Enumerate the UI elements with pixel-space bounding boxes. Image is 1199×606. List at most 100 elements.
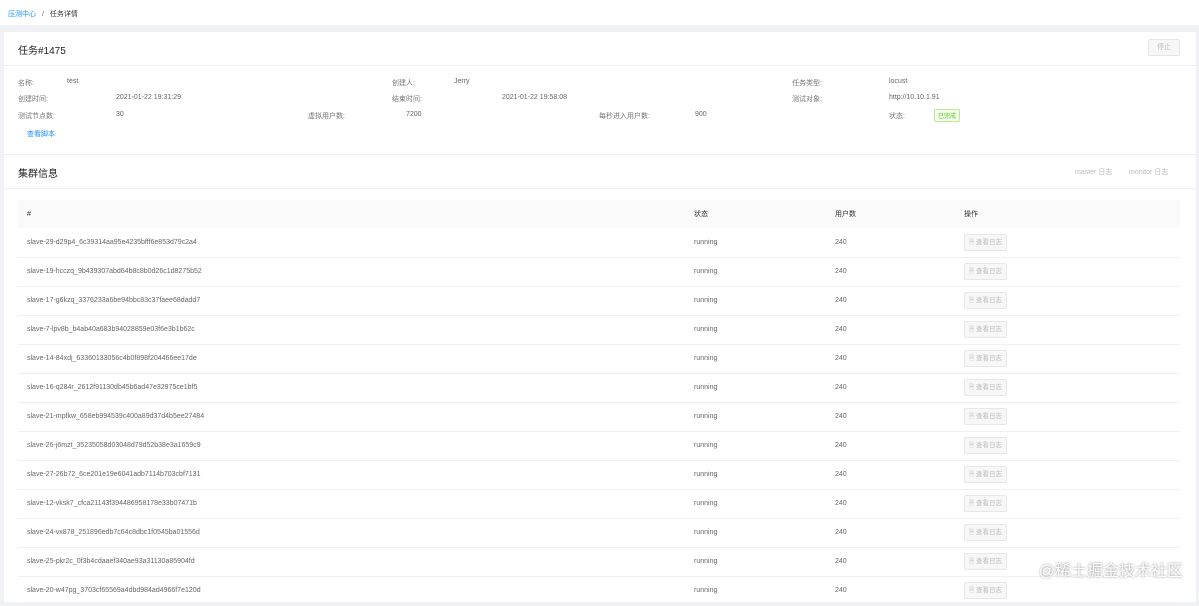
view-log-label: 查看日志	[976, 471, 1003, 478]
task-card: 任务#1475 停止 名称: test 创建人: Jerry 任务类型: loc…	[4, 32, 1196, 606]
view-log-label: 查看日志	[976, 500, 1003, 507]
breadcrumb-parent-link[interactable]: 压测中心	[8, 11, 36, 18]
view-log-button[interactable]: 🗎 查看日志	[964, 524, 1008, 541]
view-log-button[interactable]: 🗎 查看日志	[964, 233, 1008, 251]
view-log-button[interactable]: 🗎 查看日志	[964, 321, 1008, 338]
actions-cell: 🗎 查看日志	[955, 489, 1180, 519]
type-value: locust	[889, 78, 908, 85]
breadcrumb-separator: /	[41, 11, 44, 18]
view-log-label: 查看日志	[976, 384, 1003, 391]
target-label: 测试对象:	[792, 96, 822, 103]
slave-users: 240	[826, 286, 955, 316]
slave-users: 240	[826, 373, 955, 403]
actions-cell: 🗎 查看日志	[955, 315, 1180, 345]
file-icon: 🗎	[969, 471, 975, 478]
table-row: slave-7-lpv8b_b4ab40a683b94028859e03f6e3…	[18, 315, 1180, 345]
slave-status: running	[685, 402, 826, 432]
view-log-button[interactable]: 🗎 查看日志	[964, 263, 1008, 280]
cluster-table: # 状态 用户数 操作 slave-29-d29p4_6c39314aa95e4…	[18, 200, 1180, 606]
view-log-label: 查看日志	[976, 238, 1003, 246]
slave-id: slave-14-84xdj_63360133056c4b0f898f20446…	[18, 344, 685, 374]
table-row: slave-25-pkr2c_0f3b4cdaaef340ae93a31130a…	[18, 547, 1180, 577]
actions-cell: 🗎 查看日志	[955, 344, 1180, 374]
view-log-button[interactable]: 🗎 查看日志	[964, 292, 1008, 309]
slave-users: 240	[826, 344, 955, 374]
slave-id: slave-26-j6mzt_35235058d03048d79d52b38e3…	[18, 431, 685, 461]
view-log-button[interactable]: 🗎 查看日志	[964, 466, 1008, 483]
divider	[4, 154, 1196, 155]
name-value: test	[67, 78, 79, 85]
table-row: slave-19-hcczq_9b439307abd64b8c8b0d26c1d…	[18, 257, 1180, 287]
table-row: slave-27-26b72_6ce201e19e6041adb7114b703…	[18, 460, 1180, 490]
actions-cell: 🗎 查看日志	[955, 257, 1180, 287]
nodes-value: 30	[116, 111, 124, 118]
master-log-button[interactable]: master 日志	[1075, 167, 1112, 177]
creator-value: Jerry	[454, 78, 470, 85]
slave-status: running	[685, 489, 826, 519]
actions-cell: 🗎 查看日志	[955, 286, 1180, 316]
view-log-label: 查看日志	[976, 355, 1003, 362]
view-log-button[interactable]: 🗎 查看日志	[964, 408, 1008, 425]
monitor-log-button[interactable]: monitor 日志	[1129, 167, 1168, 177]
slave-id: slave-20-w47pg_3703cf65569a4dbd984ad4966…	[18, 576, 685, 606]
slave-id: slave-7-lpv8b_b4ab40a683b94028859e03f6e3…	[18, 315, 685, 345]
page-title: 任务#1475	[18, 46, 66, 57]
view-log-button[interactable]: 🗎 查看日志	[964, 582, 1008, 599]
divider	[4, 188, 1196, 189]
view-log-label: 查看日志	[976, 297, 1003, 304]
slave-users: 240	[826, 257, 955, 287]
table-row: slave-12-vksk7_cfca21143f394486958178e33…	[18, 489, 1180, 519]
view-log-button[interactable]: 🗎 查看日志	[964, 437, 1008, 454]
vusers-label: 虚拟用户数:	[308, 113, 345, 120]
vusers-value: 7200	[406, 111, 422, 118]
table-row: slave-24-vx878_251896edb7c64c8dbc1f0545b…	[18, 518, 1180, 548]
col-status: 状态	[685, 200, 826, 228]
slave-users: 240	[826, 460, 955, 490]
slave-users: 240	[826, 228, 955, 258]
status-badge: 已完成	[934, 109, 961, 122]
actions-cell: 🗎 查看日志	[955, 431, 1180, 461]
divider	[4, 65, 1196, 66]
actions-cell: 🗎 查看日志	[955, 373, 1180, 403]
slave-users: 240	[826, 402, 955, 432]
status-label: 状态:	[889, 113, 905, 120]
slave-id: slave-19-hcczq_9b439307abd64b8c8b0d26c1d…	[18, 257, 685, 287]
view-log-button[interactable]: 🗎 查看日志	[964, 379, 1008, 396]
slave-id: slave-12-vksk7_cfca21143f394486958178e33…	[18, 489, 685, 519]
slave-status: running	[685, 460, 826, 490]
slave-status: running	[685, 431, 826, 461]
actions-cell: 🗎 查看日志	[955, 402, 1180, 432]
slave-users: 240	[826, 518, 955, 548]
actions-cell: 🗎 查看日志	[955, 518, 1180, 548]
view-script-link[interactable]: 查看脚本	[27, 129, 55, 139]
view-log-label: 查看日志	[976, 587, 1003, 594]
slave-id: slave-17-g6kzq_3376233a6be94bbc83c37faee…	[18, 286, 685, 316]
col-users: 用户数	[826, 200, 955, 228]
col-actions: 操作	[955, 200, 1180, 228]
view-log-button[interactable]: 🗎 查看日志	[964, 350, 1008, 367]
slave-status: running	[685, 373, 826, 403]
slave-users: 240	[826, 576, 955, 606]
actions-cell: 🗎 查看日志	[955, 460, 1180, 490]
slave-id: slave-29-d29p4_6c39314aa95e4235bfff6e853…	[18, 228, 685, 258]
watermark: @稀土掘金技术社区	[1038, 563, 1183, 580]
breadcrumb: 压测中心 / 任务详情	[0, 0, 1199, 25]
table-row: slave-16-q284r_2612f91130db45b6ad47e3297…	[18, 373, 1180, 403]
view-log-button[interactable]: 🗎 查看日志	[964, 553, 1008, 570]
slave-users: 240	[826, 431, 955, 461]
view-log-label: 查看日志	[976, 413, 1003, 420]
view-log-label: 查看日志	[976, 529, 1003, 536]
breadcrumb-current: 任务详情	[49, 11, 78, 18]
slave-status: running	[685, 315, 826, 345]
slave-id: slave-16-q284r_2612f91130db45b6ad47e3297…	[18, 373, 685, 403]
file-icon: 🗎	[969, 558, 975, 565]
rate-label: 每秒进入用户数:	[599, 113, 650, 120]
stop-button[interactable]: 停止	[1148, 39, 1180, 56]
view-log-label: 查看日志	[976, 326, 1003, 333]
actions-cell: 🗎 查看日志	[955, 228, 1180, 258]
file-icon: 🗎	[969, 413, 975, 420]
view-log-button[interactable]: 🗎 查看日志	[964, 495, 1008, 512]
slave-id: slave-21-mpfkw_658eb994539c400a89d37d4b5…	[18, 402, 685, 432]
file-icon: 🗎	[969, 238, 975, 246]
view-log-label: 查看日志	[976, 442, 1003, 449]
